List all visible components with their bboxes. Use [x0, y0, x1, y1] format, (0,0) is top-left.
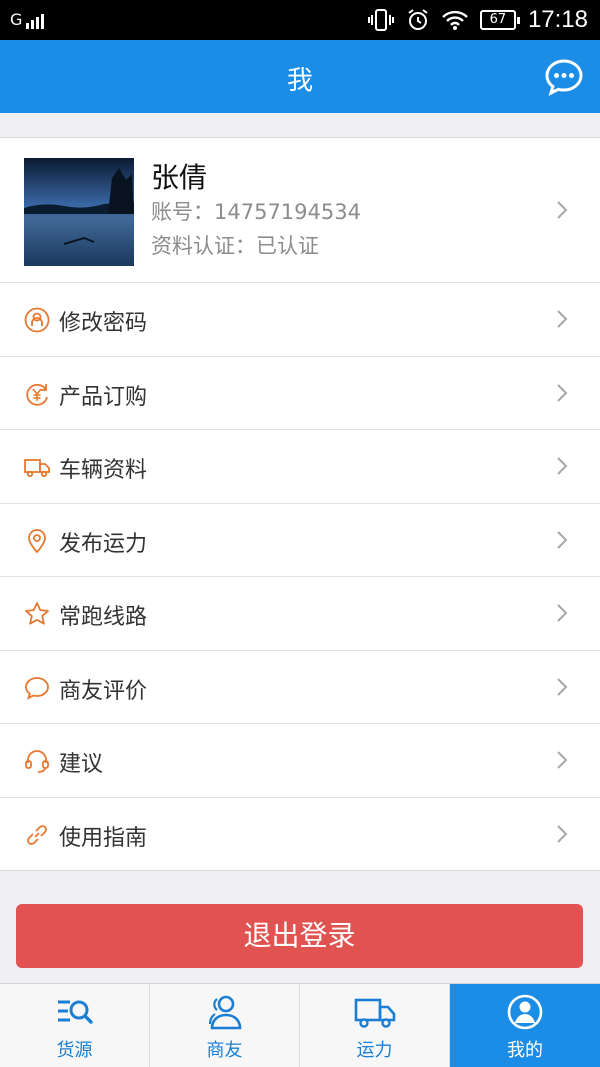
verification-status: 已认证 — [256, 234, 319, 258]
tab-partners[interactable]: 商友 — [150, 984, 300, 1067]
settings-menu: 修改密码 产品订购 车辆资料 发布运力 常跑线路 商友评价 建议 使用指南 — [0, 283, 600, 871]
logout-button[interactable]: 退出登录 — [16, 904, 583, 968]
signal-indicator: G — [10, 10, 45, 29]
friends-icon — [208, 995, 242, 1030]
tab-label: 运力 — [356, 1040, 393, 1061]
menu-item-label: 商友评价 — [59, 678, 148, 704]
status-bar: G 67 17:18 — [0, 0, 600, 40]
star-icon — [25, 602, 49, 625]
list-search-icon — [58, 1000, 93, 1024]
chevron-right-icon — [557, 530, 568, 549]
menu-item-product-purchase[interactable]: 产品订购 — [0, 357, 600, 430]
alarm-icon — [408, 9, 428, 30]
tab-me[interactable]: 我的 — [450, 984, 600, 1067]
tab-label: 我的 — [507, 1040, 543, 1061]
menu-item-suggestions[interactable]: 建议 — [0, 724, 600, 798]
profile-card[interactable]: 张倩 账号：14757194534 资料认证：已认证 — [0, 137, 600, 283]
chevron-right-icon — [557, 310, 568, 328]
menu-item-label: 产品订购 — [59, 384, 148, 410]
chevron-right-icon — [557, 457, 568, 475]
menu-item-label: 车辆资料 — [59, 458, 148, 483]
chevron-right-icon — [557, 604, 568, 622]
verification-label: 资料认证： — [151, 234, 256, 258]
bottom-tab-bar: 货源 商友 运力 我的 — [0, 983, 600, 1067]
menu-item-publish-capacity[interactable]: 发布运力 — [0, 504, 600, 577]
chevron-right-icon — [557, 824, 568, 843]
verification-row: 资料认证：已认证 — [151, 230, 319, 260]
page-title: 我 — [286, 66, 313, 96]
menu-item-change-password[interactable]: 修改密码 — [0, 283, 600, 357]
tab-capacity[interactable]: 运力 — [300, 984, 450, 1067]
menu-item-label: 修改密码 — [59, 311, 148, 336]
chevron-right-icon — [557, 751, 568, 769]
menu-item-label: 建议 — [59, 752, 104, 777]
tab-label: 商友 — [206, 1040, 243, 1061]
headset-icon — [25, 750, 49, 773]
menu-item-partner-reviews[interactable]: 商友评价 — [0, 651, 600, 724]
account-label: 账号： — [151, 200, 214, 224]
menu-item-label: 使用指南 — [59, 825, 148, 851]
menu-item-label: 常跑线路 — [59, 605, 148, 630]
yen-refresh-icon — [26, 383, 48, 406]
menu-item-label: 发布运力 — [59, 531, 148, 557]
link-icon — [27, 824, 47, 845]
account-number: 14757194534 — [214, 200, 361, 224]
account-row: 账号：14757194534 — [151, 196, 361, 226]
battery-indicator: 67 — [479, 10, 520, 30]
network-type: G — [10, 10, 23, 29]
location-pin-icon — [28, 528, 46, 553]
speech-bubble-icon — [25, 676, 49, 700]
tab-cargo[interactable]: 货源 — [0, 984, 150, 1067]
message-icon[interactable] — [544, 57, 584, 97]
profile-name: 张倩 — [151, 161, 208, 194]
chevron-right-icon — [557, 383, 568, 402]
truck-outline-icon — [354, 998, 396, 1028]
tab-label: 货源 — [56, 1040, 93, 1061]
avatar — [24, 158, 134, 266]
menu-item-user-guide[interactable]: 使用指南 — [0, 798, 600, 871]
menu-item-vehicle-info[interactable]: 车辆资料 — [0, 430, 600, 504]
chevron-right-icon — [557, 201, 568, 219]
wifi-icon — [442, 10, 468, 30]
person-circle-icon — [507, 994, 543, 1030]
truck-icon — [24, 459, 50, 478]
vibrate-icon — [367, 9, 394, 31]
title-bar: 我 — [0, 40, 600, 113]
clock: 17:18 — [527, 6, 588, 33]
chevron-right-icon — [557, 677, 568, 696]
user-lock-icon — [24, 307, 50, 333]
menu-item-frequent-routes[interactable]: 常跑线路 — [0, 577, 600, 651]
